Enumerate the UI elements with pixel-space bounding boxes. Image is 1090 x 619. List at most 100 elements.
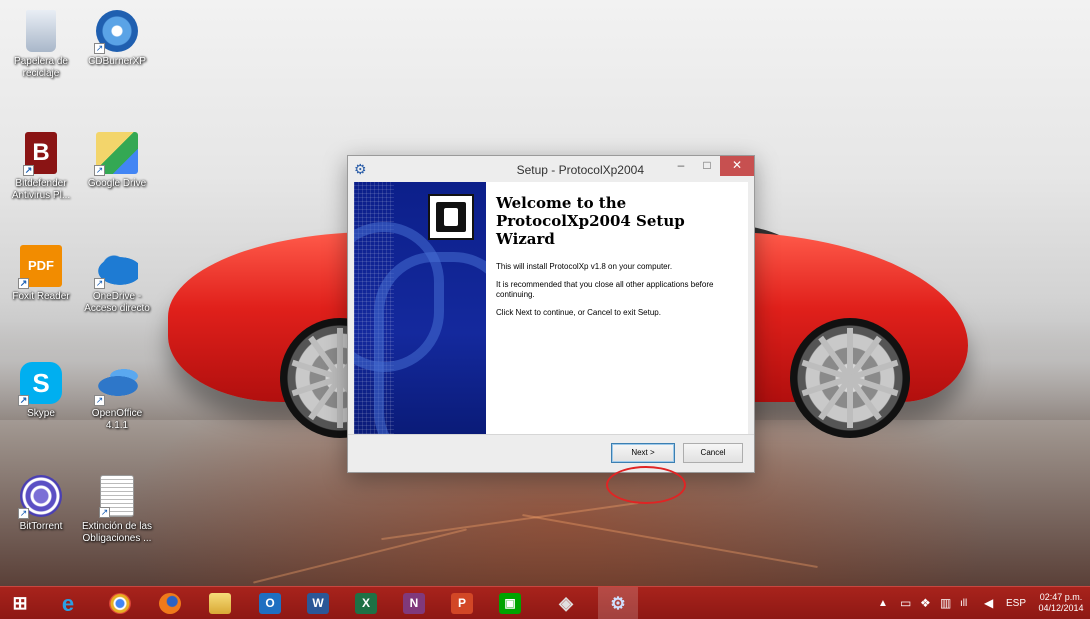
desktop-icon-label: Foxit Reader — [12, 291, 70, 302]
firefox-icon — [159, 593, 181, 614]
powerpoint-icon: P — [451, 593, 473, 614]
window-title: Setup - ProtocolXp2004 — [516, 163, 644, 177]
wizard-side-banner — [354, 182, 486, 434]
desktop-icon-label: Extinción de las Obligaciones ... — [81, 521, 153, 544]
desktop-icon-skype[interactable]: S ↗ Skype — [4, 362, 78, 420]
shortcut-arrow-icon: ↗ — [18, 278, 29, 289]
wallpaper-car-rear-wheel — [790, 318, 910, 438]
desktop-icon-bittorrent[interactable]: ↗ BitTorrent — [4, 475, 78, 533]
wallpaper-light-streak — [522, 513, 818, 569]
minimize-button[interactable]: – — [668, 156, 694, 176]
cd-burner-icon: ↗ — [94, 10, 138, 54]
desktop-icon-label: BitTorrent — [19, 521, 63, 532]
cancel-button[interactable]: Cancel — [683, 443, 743, 463]
taskbar-clock[interactable]: 02:47 p.m. 04/12/2014 — [1034, 592, 1088, 614]
red-circle-annotation — [606, 466, 686, 504]
wizard-paragraph: This will install ProtocolXp v1.8 on you… — [496, 262, 673, 271]
chrome-icon — [109, 593, 131, 614]
shortcut-arrow-icon: ↗ — [94, 165, 105, 176]
shortcut-arrow-icon: ↗ — [94, 395, 105, 406]
desktop-icon-label: Google Drive — [87, 178, 147, 189]
installer-logo-icon — [428, 194, 474, 240]
recycle-bin-icon — [26, 10, 56, 52]
desktop-icon-label: OneDrive - Acceso directo — [84, 291, 150, 314]
onenote-icon: N — [403, 593, 425, 614]
document-icon: ↗ — [99, 475, 134, 518]
taskbar-word[interactable]: W — [298, 587, 338, 619]
google-drive-icon: ↗ — [94, 132, 138, 176]
internet-explorer-icon: e — [61, 591, 75, 616]
onedrive-cloud-icon: ↗ — [94, 245, 138, 289]
setup-installer-icon: ⚙ — [610, 594, 626, 613]
volume-icon[interactable]: ◀ — [984, 587, 993, 619]
clock-date: 04/12/2014 — [1038, 603, 1084, 613]
word-icon: W — [307, 593, 329, 614]
wizard-paragraph: Click Next to continue, or Cancel to exi… — [496, 308, 661, 317]
desktop: Papelera de reciclaje ↗ CDBurnerXP B ↗ B… — [0, 0, 1090, 586]
shortcut-arrow-icon: ↗ — [94, 43, 105, 54]
desktop-icon-label: CDBurnerXP — [88, 56, 146, 67]
taskbar-onenote[interactable]: N — [394, 587, 434, 619]
shortcut-arrow-icon: ↗ — [99, 507, 110, 518]
close-button[interactable]: ✕ — [720, 156, 754, 176]
wallpaper-light-streak — [381, 501, 639, 541]
shortcut-arrow-icon: ↗ — [94, 278, 105, 289]
skype-icon: S ↗ — [18, 362, 62, 406]
taskbar-excel[interactable]: X — [346, 587, 386, 619]
taskbar-chrome[interactable] — [100, 587, 140, 619]
windows-start-icon: ⊞ — [12, 593, 28, 613]
taskbar-file-explorer[interactable] — [200, 587, 240, 619]
taskbar-firefox[interactable] — [150, 587, 190, 619]
wizard-paragraph: It is recommended that you close all oth… — [496, 280, 714, 299]
taskbar-outlook[interactable]: O — [250, 587, 290, 619]
wizard-content-area: Welcome to the ProtocolXp2004 Setup Wiza… — [354, 182, 748, 434]
desktop-icon-google-drive[interactable]: ↗ Google Drive — [80, 132, 154, 190]
desktop-icon-openoffice[interactable]: ↗ OpenOffice 4.1.1 — [80, 362, 154, 432]
wizard-text: Welcome to the ProtocolXp2004 Setup Wiza… — [496, 194, 740, 326]
shortcut-arrow-icon: ↗ — [23, 165, 34, 176]
desktop-icon-label: OpenOffice 4.1.1 — [91, 408, 143, 431]
taskbar: ⊞ e O W X N P ▣ ◈ ⚙ ▲ ▭ ❖ ▥ ıll ◀ ESP 02… — [0, 586, 1090, 619]
bitdefender-icon: B ↗ — [23, 132, 57, 176]
banner-curve — [354, 222, 444, 372]
desktop-icon-label: Papelera de reciclaje — [14, 56, 68, 79]
network-icon[interactable]: ▥ — [940, 587, 951, 619]
desktop-icon-bitdefender[interactable]: B ↗ Bitdefender Antivirus Pl... — [4, 132, 78, 202]
foxit-pdf-icon: PDF ↗ — [18, 245, 62, 289]
excel-icon: X — [355, 593, 377, 614]
wallpaper-light-streak — [253, 528, 467, 584]
desktop-icon-label: Skype — [27, 408, 55, 419]
taskbar-powerpoint[interactable]: P — [442, 587, 482, 619]
desktop-icon-onedrive[interactable]: ↗ OneDrive - Acceso directo — [80, 245, 154, 315]
outlook-icon: O — [259, 593, 281, 614]
store-icon: ▣ — [499, 593, 521, 614]
desktop-icon-document[interactable]: ↗ Extinción de las Obligaciones ... — [80, 475, 154, 545]
start-button[interactable]: ⊞ — [0, 587, 40, 619]
openoffice-icon: ↗ — [94, 362, 138, 406]
taskbar-internet-explorer[interactable]: e — [48, 587, 88, 619]
bittorrent-icon: ↗ — [18, 475, 62, 519]
desktop-icon-foxit-reader[interactable]: PDF ↗ Foxit Reader — [4, 245, 78, 303]
desktop-icon-cdburnerxp[interactable]: ↗ CDBurnerXP — [80, 10, 154, 68]
maps-tool-icon: ◈ — [559, 593, 573, 613]
action-center-icon[interactable]: ▭ — [900, 587, 911, 619]
clock-time: 02:47 p.m. — [1039, 592, 1083, 602]
wizard-heading: Welcome to the ProtocolXp2004 Setup Wiza… — [496, 194, 685, 248]
shortcut-arrow-icon: ↗ — [18, 508, 29, 519]
shortcut-arrow-icon: ↗ — [18, 395, 29, 406]
setup-wizard-window[interactable]: ⚙ Setup - ProtocolXp2004 – □ ✕ Welcome t… — [347, 155, 755, 473]
next-button[interactable]: Next > — [611, 443, 675, 463]
wizard-button-bar: Next > Cancel — [348, 434, 754, 472]
window-titlebar[interactable]: ⚙ Setup - ProtocolXp2004 – □ ✕ — [348, 156, 754, 182]
desktop-icon-label: Bitdefender Antivirus Pl... — [11, 178, 71, 201]
desktop-icon-recycle-bin[interactable]: Papelera de reciclaje — [4, 10, 78, 80]
folder-icon — [209, 593, 231, 614]
maximize-button[interactable]: □ — [694, 156, 720, 176]
taskbar-setup-installer[interactable]: ⚙ — [598, 587, 638, 619]
taskbar-maps-tool[interactable]: ◈ — [546, 587, 586, 619]
signal-strength-icon[interactable]: ıll — [960, 587, 967, 619]
taskbar-store[interactable]: ▣ — [490, 587, 530, 619]
language-indicator[interactable]: ESP — [1006, 587, 1026, 619]
dropbox-icon[interactable]: ❖ — [920, 587, 931, 619]
tray-expand-icon[interactable]: ▲ — [878, 587, 888, 619]
